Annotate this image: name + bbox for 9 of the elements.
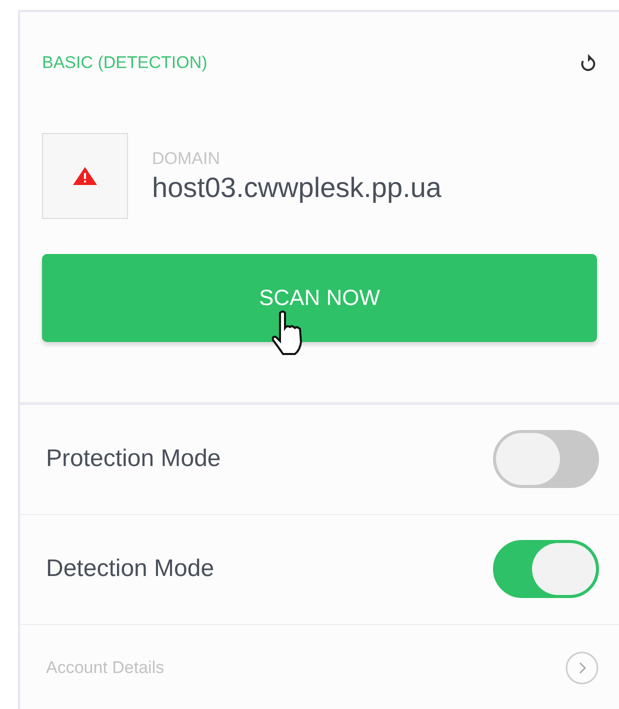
setting-label: Protection Mode <box>46 444 221 474</box>
account-details-link[interactable]: Account Details <box>46 654 164 680</box>
domain-value: host03.cwwplesk.pp.ua <box>152 171 442 206</box>
setting-label: Detection Mode <box>46 554 214 584</box>
card-title: BASIC (DETECTION) <box>42 52 208 74</box>
domain-label: DOMAIN <box>152 148 221 170</box>
chevron-right-icon[interactable] <box>565 650 599 684</box>
scan-button[interactable]: SCAN NOW <box>42 254 597 342</box>
refresh-icon[interactable] <box>579 52 597 73</box>
